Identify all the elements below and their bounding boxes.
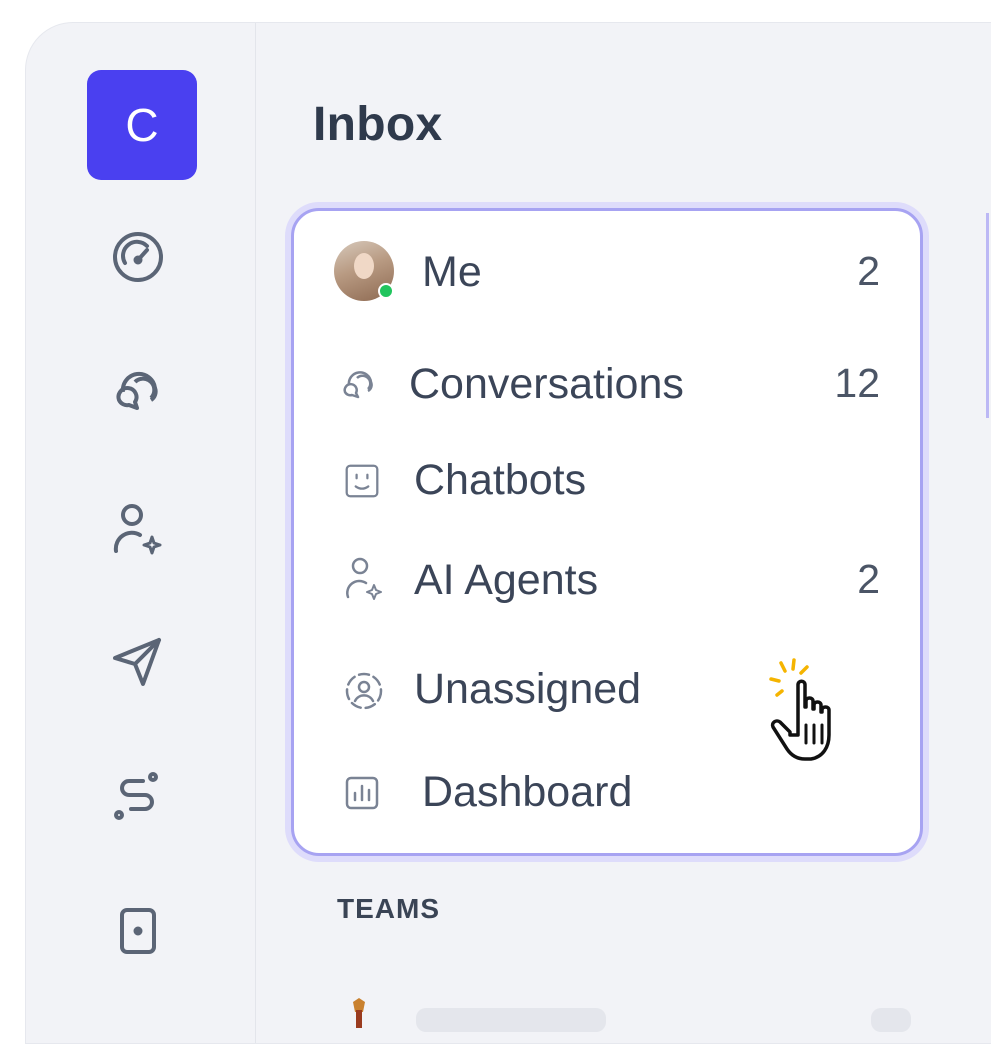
workflow-icon[interactable] [110, 768, 166, 824]
presence-status-dot [378, 283, 394, 299]
inbox-item-conversations[interactable]: Conversations 12 [294, 353, 920, 413]
content-edge-accent [986, 213, 989, 418]
inbox-item-label: Unassigned [414, 665, 642, 713]
inbox-item-count: 2 [857, 556, 880, 602]
bar-chart-icon [344, 775, 380, 811]
app-window: C Inbox Me 2 Conversations 12 Chatbots A… [25, 22, 991, 1044]
chatbot-icon [344, 463, 380, 499]
inbox-item-chatbots[interactable]: Chatbots [294, 449, 920, 509]
conversations-icon [341, 365, 377, 401]
send-icon[interactable] [110, 633, 166, 689]
workspace-logo[interactable]: C [87, 70, 197, 180]
inbox-item-label: Chatbots [414, 456, 587, 504]
team-name-placeholder[interactable] [416, 1008, 606, 1032]
icon-rail: C [26, 23, 256, 1043]
team-count-placeholder [871, 1008, 911, 1032]
avatar-face [354, 253, 374, 279]
inbox-item-label: Me [422, 248, 482, 296]
dashboard-gauge-icon[interactable] [110, 229, 166, 285]
workspace-logo-letter: C [125, 99, 159, 151]
ai-agent-icon [344, 555, 384, 605]
inbox-item-count: 2 [857, 248, 880, 294]
avatar [334, 241, 394, 301]
inbox-item-label: Conversations [409, 360, 684, 408]
inbox-item-me[interactable]: Me 2 [294, 241, 920, 301]
pointer-hand-icon [755, 655, 845, 770]
inbox-item-count: 12 [834, 360, 880, 406]
unassigned-icon [344, 671, 384, 711]
inbox-item-ai-agents[interactable]: AI Agents 2 [294, 549, 920, 609]
ai-agent-icon[interactable] [110, 503, 166, 559]
device-icon[interactable] [110, 903, 166, 959]
inbox-item-label: AI Agents [414, 556, 599, 604]
page-title: Inbox [313, 98, 443, 151]
inbox-item-label: Dashboard [422, 768, 633, 816]
conversations-icon[interactable] [110, 361, 166, 417]
team-emoji-icon [349, 998, 369, 1028]
teams-section-heading: TEAMS [337, 893, 440, 924]
